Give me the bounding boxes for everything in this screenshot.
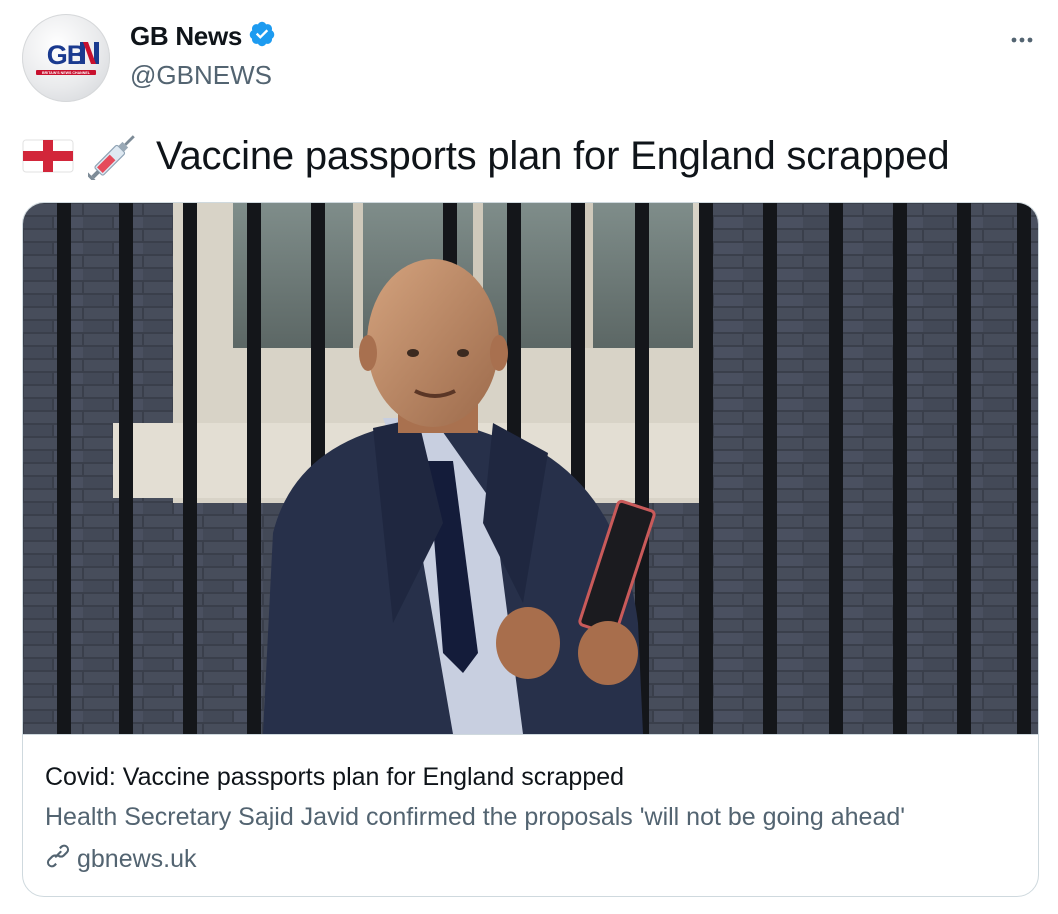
link-icon	[45, 843, 71, 876]
syringe-icon	[85, 132, 140, 185]
handle[interactable]: @GBNEWS	[130, 60, 272, 91]
gbn-logo-icon: GB BRITAIN'S NEWS CHANNEL	[36, 40, 99, 75]
tweet-body-text: Vaccine passports plan for England scrap…	[156, 134, 950, 178]
tweet-text: Vaccine passports plan for England scrap…	[22, 132, 950, 185]
link-card[interactable]: Covid: Vaccine passports plan for Englan…	[22, 202, 1039, 897]
more-options-icon[interactable]	[1008, 26, 1036, 59]
england-flag-icon	[22, 132, 74, 180]
verified-badge-icon	[248, 20, 276, 53]
avatar[interactable]: GB BRITAIN'S NEWS CHANNEL	[22, 14, 110, 102]
author-name-row: GB News	[130, 20, 276, 53]
avatar-tagline: BRITAIN'S NEWS CHANNEL	[42, 71, 91, 75]
svg-text:GB: GB	[47, 40, 86, 70]
card-domain-text: gbnews.uk	[77, 845, 197, 873]
card-description: Health Secretary Sajid Javid confirmed t…	[45, 803, 906, 831]
card-image[interactable]	[23, 203, 1038, 735]
display-name[interactable]: GB News	[130, 21, 242, 52]
photo-man-suit-railings-icon	[23, 203, 1038, 734]
card-title[interactable]: Covid: Vaccine passports plan for Englan…	[45, 763, 624, 792]
card-domain[interactable]: gbnews.uk	[45, 843, 197, 876]
